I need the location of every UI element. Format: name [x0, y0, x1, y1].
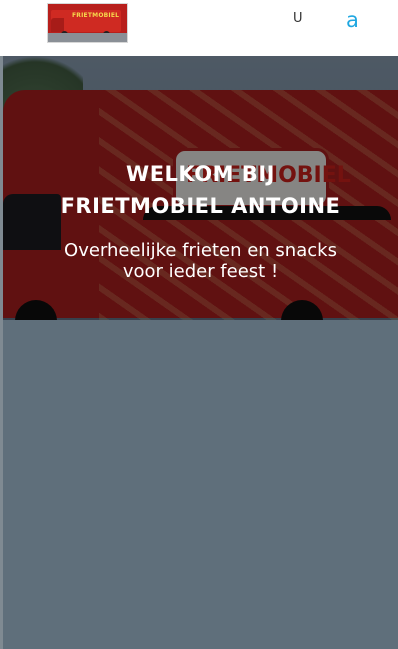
logo-text: FRIETMOBIEL: [72, 12, 120, 19]
hero-title-line-2: FRIETMOBIEL ANTOINE: [60, 194, 341, 218]
hero-subtitle: Overheelijke frieten en snacks voor iede…: [3, 240, 398, 282]
hero-title: WELKOM BIJ FRIETMOBIEL ANTOINE: [3, 158, 398, 222]
menu-letter-u[interactable]: U: [293, 11, 303, 26]
hero-subtitle-line-2: voor ieder feest !: [122, 261, 279, 282]
logo-road: [48, 33, 127, 42]
hero-title-line-1: WELKOM BIJ: [126, 162, 275, 186]
site-logo[interactable]: FRIETMOBIEL: [47, 3, 128, 43]
hero-banner: FRIETMOBIEL WELKOM BIJ FRIETMOBIEL ANTOI…: [3, 56, 398, 320]
menu-letter-a[interactable]: a: [346, 8, 359, 32]
logo-truck-cab: [51, 18, 64, 32]
header: FRIETMOBIEL U a: [0, 0, 398, 56]
hero-subtitle-line-1: Overheelijke frieten en snacks: [64, 240, 337, 261]
content-area: [3, 320, 398, 649]
